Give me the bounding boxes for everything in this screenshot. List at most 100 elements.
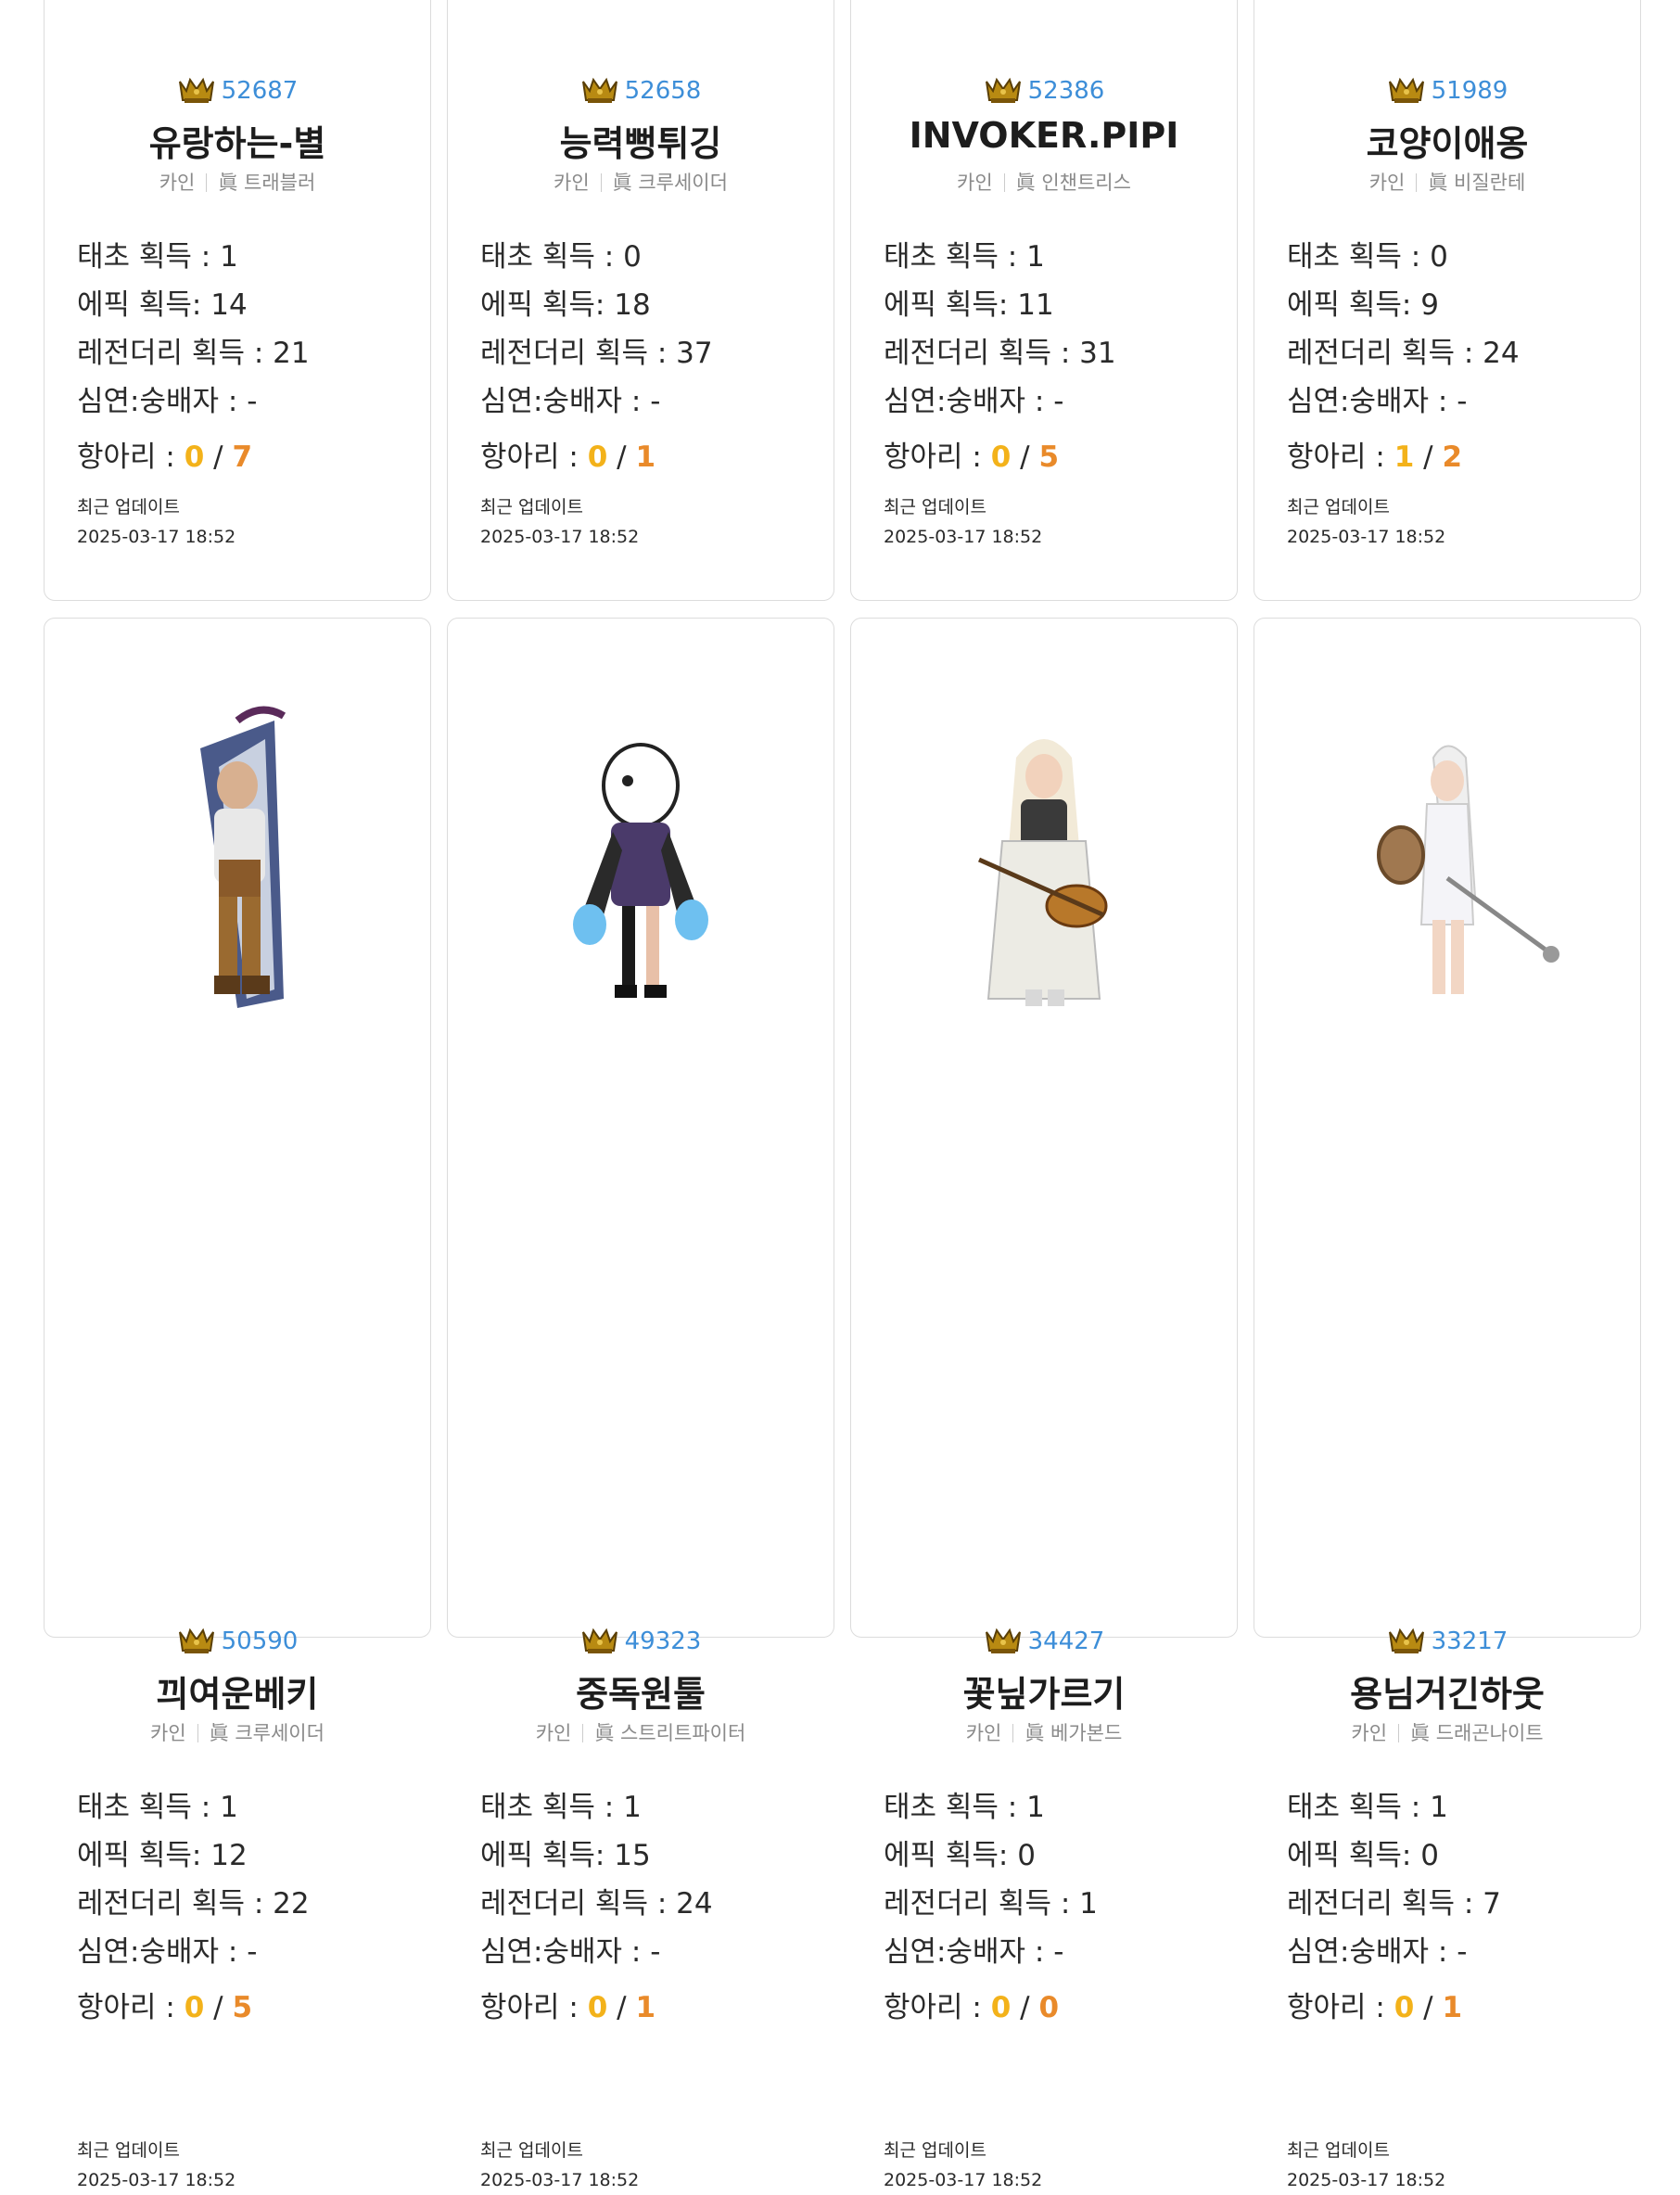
character-card[interactable]: 52386 INVOKER.PIPI 카인 眞 인챈트리스 태초 획득 : 1 에… (850, 0, 1238, 601)
score: 52687 (45, 74, 430, 105)
divider (582, 1724, 584, 1742)
character-sprite (585, 0, 696, 10)
server-job: 카인 眞 인챈트리스 (851, 168, 1237, 196)
character-name[interactable]: INVOKER.PIPI (851, 115, 1237, 156)
character-name[interactable]: 유랑하는-별 (45, 115, 430, 166)
character-card[interactable]: 49323 중독원툴 카인 眞 스트리트파이터 태초 획득 : 1 에픽 획득: … (447, 618, 834, 2190)
divider (1416, 173, 1418, 192)
stat-epic: 에픽 획득: 0 (1287, 1839, 1439, 1872)
character-card[interactable]: 33217 용님거긴하웃 카인 眞 드래곤나이트 태초 획득 : 1 에픽 획득:… (1254, 618, 1641, 2190)
stat-taecho: 태초 획득 : 1 (884, 1791, 1045, 1824)
stat-hangari: 항아리 : 0 / 5 (884, 440, 1060, 474)
score: 50590 (45, 1625, 430, 1655)
rank-crown-icon (985, 77, 1021, 103)
character-card[interactable]: 50590 끠여운베키 카인 眞 크루세이더 태초 획득 : 1 에픽 획득: 1… (44, 618, 431, 2190)
character-name[interactable]: 코양이애옹 (1254, 115, 1640, 166)
stat-hangari: 항아리 : 0 / 7 (77, 440, 253, 474)
character-sprite (182, 0, 293, 10)
character-sprite (988, 0, 1100, 10)
stats: 태초 획득 : 1 에픽 획득: 0 레전더리 획득 : 7 심연:숭배자 : … (1287, 1783, 1622, 2032)
stat-taecho: 태초 획득 : 1 (884, 240, 1045, 274)
stat-simyeon: 심연:숭배자 : - (77, 1935, 258, 1969)
stat-legendary: 레전더리 획득 : 31 (884, 337, 1116, 370)
score: 49323 (448, 1625, 834, 1655)
stats: 태초 획득 : 1 에픽 획득: 12 레전더리 획득 : 22 심연:숭배자 … (77, 1783, 412, 2032)
job-name: 眞 인챈트리스 (1015, 172, 1131, 194)
divider (1398, 1724, 1400, 1742)
last-updated: 최근 업데이트 2025-03-17 18:52 (77, 497, 236, 547)
character-name[interactable]: 중독원툴 (448, 1665, 834, 1716)
server-name: 카인 (1368, 172, 1406, 194)
divider (1012, 1724, 1014, 1742)
character-name[interactable]: 끠여운베키 (45, 1665, 430, 1716)
last-updated: 최근 업데이트 2025-03-17 18:52 (480, 2140, 640, 2190)
server-job: 카인 眞 크루세이더 (448, 168, 834, 196)
stat-legendary: 레전더리 획득 : 21 (77, 337, 310, 370)
stat-legendary: 레전더리 획득 : 7 (1287, 1887, 1501, 1921)
divider (206, 173, 208, 192)
stat-epic: 에픽 획득: 9 (1287, 288, 1439, 322)
divider (600, 173, 602, 192)
rank-crown-icon (178, 1627, 214, 1653)
score: 51989 (1254, 74, 1640, 105)
server-name: 카인 (535, 1722, 572, 1744)
character-sprite (573, 743, 708, 998)
server-name: 카인 (150, 1722, 186, 1744)
stat-taecho: 태초 획득 : 0 (480, 240, 642, 274)
server-job: 카인 眞 크루세이더 (45, 1718, 430, 1746)
stat-taecho: 태초 획득 : 1 (77, 240, 238, 274)
job-name: 眞 비질란테 (1428, 172, 1526, 194)
rank-crown-icon (581, 77, 617, 103)
stats: 태초 획득 : 1 에픽 획득: 15 레전더리 획득 : 24 심연:숭배자 … (480, 1783, 815, 2032)
rank-crown-icon (985, 1627, 1021, 1653)
divider (1003, 173, 1005, 192)
stat-simyeon: 심연:숭배자 : - (884, 385, 1064, 418)
rank-crown-icon (1388, 77, 1424, 103)
character-name[interactable]: 능력뻥튀깅 (448, 115, 834, 166)
rank-crown-icon (178, 77, 214, 103)
stat-legendary: 레전더리 획득 : 24 (480, 1887, 713, 1921)
last-updated: 최근 업데이트 2025-03-17 18:52 (884, 497, 1043, 547)
job-name: 眞 트래블러 (218, 172, 316, 194)
job-name: 眞 크루세이더 (612, 172, 728, 194)
last-updated: 최근 업데이트 2025-03-17 18:52 (884, 2140, 1043, 2190)
character-card[interactable]: 51989 코양이애옹 카인 眞 비질란테 태초 획득 : 0 에픽 획득: 9 … (1254, 0, 1641, 601)
stat-taecho: 태초 획득 : 1 (1287, 1791, 1448, 1824)
character-sprite (200, 706, 286, 1008)
character-name[interactable]: 꽃닢가르기 (851, 1665, 1237, 1716)
score: 52386 (851, 74, 1237, 105)
last-updated: 최근 업데이트 2025-03-17 18:52 (1287, 497, 1446, 547)
job-name: 眞 드래곤나이트 (1410, 1722, 1544, 1744)
server-name: 카인 (965, 1722, 1002, 1744)
stat-epic: 에픽 획득: 0 (884, 1839, 1036, 1872)
character-card[interactable]: 52687 유랑하는-별 카인 眞 트래블러 태초 획득 : 1 에픽 획득: 1… (44, 0, 431, 601)
stats: 태초 획득 : 0 에픽 획득: 18 레전더리 획득 : 37 심연:숭배자 … (480, 233, 815, 481)
server-name: 카인 (554, 172, 590, 194)
stat-hangari: 항아리 : 0 / 1 (1287, 1991, 1463, 2024)
stats: 태초 획득 : 1 에픽 획득: 11 레전더리 획득 : 31 심연:숭배자 … (884, 233, 1218, 481)
character-card[interactable]: 52658 능력뻥튀깅 카인 眞 크루세이더 태초 획득 : 0 에픽 획득: 1… (447, 0, 834, 601)
server-job: 카인 眞 트래블러 (45, 168, 430, 196)
character-card[interactable]: 34427 꽃닢가르기 카인 眞 베가본드 태초 획득 : 1 에픽 획득: 0 … (850, 618, 1238, 2190)
stat-epic: 에픽 획득: 18 (480, 288, 651, 322)
job-name: 眞 크루세이더 (209, 1722, 325, 1744)
rank-crown-icon (581, 1627, 617, 1653)
stat-legendary: 레전더리 획득 : 24 (1287, 337, 1520, 370)
stat-simyeon: 심연:숭배자 : - (480, 385, 661, 418)
stat-hangari: 항아리 : 0 / 1 (480, 1991, 656, 2024)
character-sprite (977, 739, 1108, 1006)
character-name[interactable]: 용님거긴하웃 (1254, 1665, 1640, 1716)
stat-epic: 에픽 획득: 15 (480, 1839, 651, 1872)
server-name: 카인 (159, 172, 196, 194)
stat-hangari: 항아리 : 0 / 0 (884, 1991, 1060, 2024)
stat-taecho: 태초 획득 : 1 (77, 1791, 238, 1824)
stat-hangari: 항아리 : 1 / 2 (1287, 440, 1463, 474)
stat-simyeon: 심연:숭배자 : - (884, 1935, 1064, 1969)
job-name: 眞 스트리트파이터 (594, 1722, 746, 1744)
stat-taecho: 태초 획득 : 1 (480, 1791, 642, 1824)
server-job: 카인 眞 베가본드 (851, 1718, 1237, 1746)
stat-legendary: 레전더리 획득 : 1 (884, 1887, 1098, 1921)
job-name: 眞 베가본드 (1025, 1722, 1123, 1744)
stats: 태초 획득 : 1 에픽 획득: 14 레전더리 획득 : 21 심연:숭배자 … (77, 233, 412, 481)
stat-epic: 에픽 획득: 12 (77, 1839, 248, 1872)
